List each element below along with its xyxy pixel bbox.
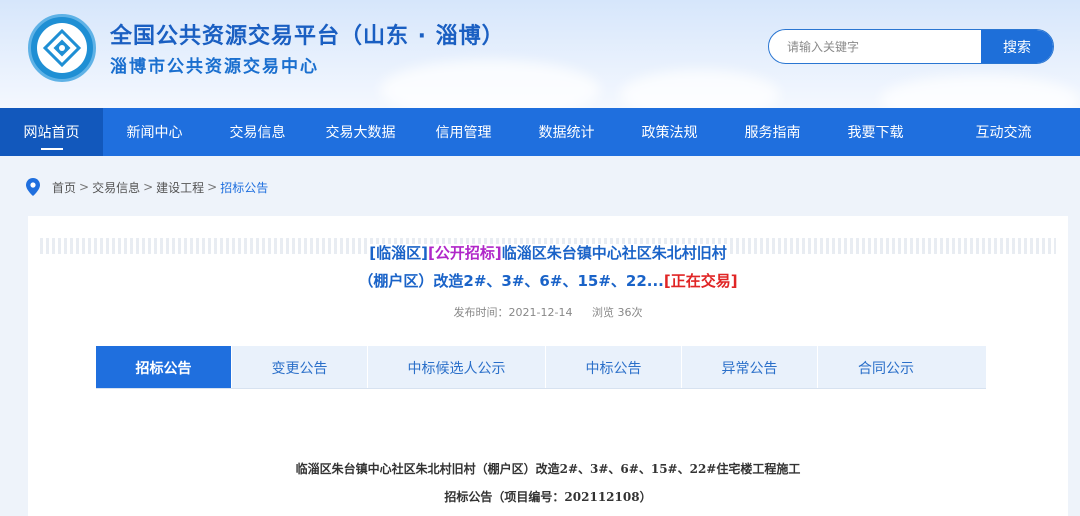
nav-item-credit[interactable]: 信用管理 bbox=[412, 108, 515, 156]
status-tag: [正在交易] bbox=[663, 272, 738, 290]
method-tag: [公开招标] bbox=[427, 244, 502, 262]
tab-award-notice[interactable]: 中标公告 bbox=[546, 346, 682, 389]
site-title[interactable]: 全国公共资源交易平台（山东 · 淄博） bbox=[110, 18, 505, 50]
title-part1: 临淄区朱台镇中心社区朱北村旧村 bbox=[501, 244, 727, 262]
article-title-line2: （棚户区）改造2#、3#、6#、15#、22...[正在交易] bbox=[28, 270, 1068, 291]
header-decoration bbox=[620, 70, 780, 108]
nav-item-statistics[interactable]: 数据统计 bbox=[515, 108, 618, 156]
tab-tender-notice[interactable]: 招标公告 bbox=[96, 346, 232, 389]
breadcrumb-trade-info[interactable]: 交易信息 bbox=[92, 179, 140, 196]
nav-item-home[interactable]: 网站首页 bbox=[0, 108, 103, 156]
nav-item-download[interactable]: 我要下载 bbox=[824, 108, 927, 156]
site-subtitle: 淄博市公共资源交易中心 bbox=[110, 57, 319, 77]
breadcrumb-home[interactable]: 首页 bbox=[52, 179, 76, 196]
article-card: [临淄区][公开招标]临淄区朱台镇中心社区朱北村旧村 （棚户区）改造2#、3#、… bbox=[28, 216, 1068, 516]
breadcrumb-separator: > bbox=[79, 180, 90, 194]
tab-change-notice[interactable]: 变更公告 bbox=[232, 346, 368, 389]
tab-contract-notice[interactable]: 合同公示 bbox=[818, 346, 954, 389]
breadcrumb: 首页 > 交易信息 > 建设工程 > 招标公告 bbox=[26, 178, 268, 196]
nav-item-guide[interactable]: 服务指南 bbox=[721, 108, 824, 156]
nav-item-news[interactable]: 新闻中心 bbox=[103, 108, 206, 156]
article-meta: 发布时间：2021-12-14 浏览 36次 bbox=[28, 304, 1068, 320]
site-header: 全国公共资源交易平台（山东 · 淄博） 淄博市公共资源交易中心 搜索 bbox=[0, 0, 1080, 108]
emblem-icon[interactable] bbox=[28, 14, 96, 82]
tabs-divider bbox=[96, 388, 986, 389]
header-decoration bbox=[880, 75, 1080, 108]
document-subheading: 招标公告（项目编号：202112108） bbox=[444, 490, 652, 504]
location-pin-icon bbox=[26, 178, 40, 196]
view-count: 浏览 36次 bbox=[591, 306, 643, 319]
tab-abnormal-notice[interactable]: 异常公告 bbox=[682, 346, 818, 389]
breadcrumb-separator: > bbox=[143, 180, 154, 194]
tab-candidate-notice[interactable]: 中标候选人公示 bbox=[368, 346, 546, 389]
article-title-line1: [临淄区][公开招标]临淄区朱台镇中心社区朱北村旧村 bbox=[28, 242, 1068, 263]
search-box: 搜索 bbox=[768, 29, 1054, 64]
breadcrumb-current[interactable]: 招标公告 bbox=[220, 179, 268, 196]
search-button[interactable]: 搜索 bbox=[981, 30, 1053, 63]
nav-item-trade-info[interactable]: 交易信息 bbox=[206, 108, 309, 156]
nav-item-policy[interactable]: 政策法规 bbox=[618, 108, 721, 156]
notice-tabs: 招标公告 变更公告 中标候选人公示 中标公告 异常公告 合同公示 bbox=[96, 346, 986, 389]
header-decoration bbox=[380, 60, 600, 108]
nav-item-big-data[interactable]: 交易大数据 bbox=[309, 108, 412, 156]
breadcrumb-construction[interactable]: 建设工程 bbox=[156, 179, 204, 196]
breadcrumb-separator: > bbox=[207, 180, 218, 194]
area-tag: [临淄区] bbox=[369, 244, 428, 262]
nav-item-interaction[interactable]: 互动交流 bbox=[927, 108, 1080, 156]
publish-time: 发布时间：2021-12-14 bbox=[453, 306, 573, 319]
main-nav: 网站首页 新闻中心 交易信息 交易大数据 信用管理 数据统计 政策法规 服务指南… bbox=[0, 108, 1080, 156]
search-input[interactable] bbox=[769, 30, 983, 63]
document-heading: 临淄区朱台镇中心社区朱北村旧村（棚户区）改造2#、3#、6#、15#、22#住宅… bbox=[295, 462, 801, 476]
title-part2: （棚户区）改造2#、3#、6#、15#、22... bbox=[358, 272, 664, 290]
